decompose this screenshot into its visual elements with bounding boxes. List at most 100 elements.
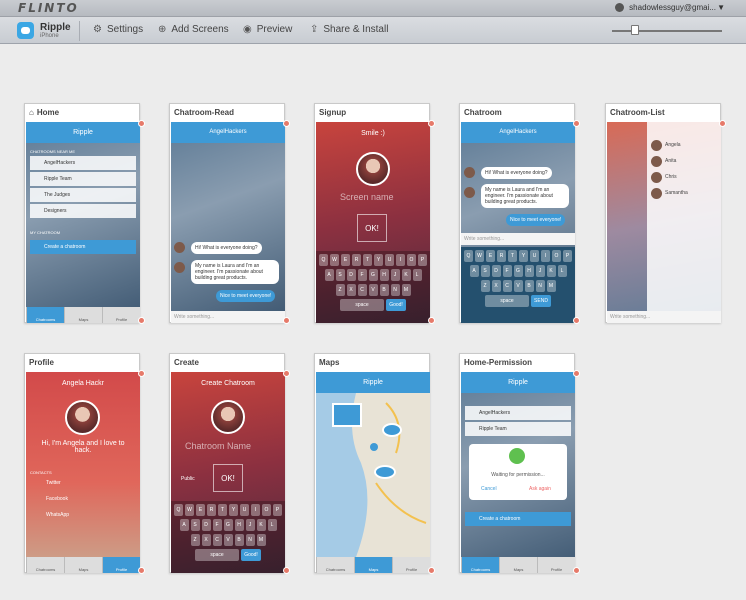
link-hotspot[interactable] xyxy=(138,370,145,377)
list-item: Designers xyxy=(30,204,136,218)
contact-name: Anita xyxy=(665,158,677,164)
avatar xyxy=(464,187,475,198)
avatar xyxy=(174,262,185,273)
screen-preview: Angela Hackr Hi, I'm Angela and I love t… xyxy=(26,372,140,573)
screen-title: Chatroom-List xyxy=(610,108,665,117)
list-item: AngelHackers xyxy=(465,406,571,420)
tab-bar: Chatrooms Maps Profile xyxy=(316,557,430,573)
screen-card-home[interactable]: ⌂ Home Ripple CHATROOMS NEAR ME AngelHack… xyxy=(24,103,145,324)
app-header: Ripple xyxy=(461,372,575,393)
map-pin xyxy=(382,423,402,437)
link-hotspot[interactable] xyxy=(138,567,145,574)
screen-card-chatroom-list[interactable]: Chatroom-List Angela Anita Chris Samanth… xyxy=(605,103,726,323)
contact-item: Facebook xyxy=(46,496,68,502)
user-menu[interactable]: shadowlessguy@gmai... xyxy=(615,3,716,12)
list-item: Create a chatroom xyxy=(465,512,571,526)
share-install-label: Share & Install xyxy=(323,24,389,35)
screen-card-create[interactable]: Create Create Chatroom Chatroom Name Pub… xyxy=(169,353,290,574)
profile-name: Angela Hackr xyxy=(61,380,105,387)
chat-bubble: Nice to meet everyone! xyxy=(216,290,276,302)
app-header: AngelHackers xyxy=(461,122,575,143)
signup-title: Smile :) xyxy=(361,130,385,137)
list-item: The Judges xyxy=(30,188,136,202)
tab-label: Profile xyxy=(537,557,575,573)
app-header: Ripple xyxy=(26,122,140,143)
screen-title: Chatroom-Read xyxy=(174,108,235,117)
map-pin xyxy=(374,465,396,479)
avatar xyxy=(356,152,390,186)
zoom-slider-knob[interactable] xyxy=(631,25,639,35)
home-icon: ⌂ xyxy=(29,108,34,117)
screen-card-signup[interactable]: Signup Smile :) Screen name OK! QWERTYUI… xyxy=(314,103,435,324)
tab-label: Maps xyxy=(64,557,102,573)
list-item: Ripple Team xyxy=(30,172,136,186)
add-screens-label: Add Screens xyxy=(171,24,229,35)
link-hotspot[interactable] xyxy=(428,317,435,324)
link-hotspot[interactable] xyxy=(283,370,290,377)
screen-title: Maps xyxy=(319,358,340,367)
tab-label: Chatrooms xyxy=(461,557,499,573)
screen-title: Signup xyxy=(319,108,347,117)
chevron-down-icon[interactable]: ▼ xyxy=(717,3,725,12)
cancel-button: Cancel xyxy=(481,486,497,492)
keyboard: QWERTYUIOP ASDFGHJKL ZXCVBNM space Good! xyxy=(171,501,285,573)
chatroom-name-field: Chatroom Name xyxy=(185,441,252,451)
screen-name-field: Screen name xyxy=(340,192,394,202)
screen-card-profile[interactable]: Profile Angela Hackr Hi, I'm Angela and … xyxy=(24,353,145,574)
app-icon xyxy=(17,22,34,39)
chat-bubble: Hi! What is everyone doing? xyxy=(481,167,552,179)
chat-bubble: My name is Laura and I'm an engineer. I'… xyxy=(191,260,279,284)
link-hotspot[interactable] xyxy=(573,120,580,127)
settings-label: Settings xyxy=(106,24,144,35)
app-platform: iPhone xyxy=(40,33,59,39)
tab-label: Profile xyxy=(102,307,140,323)
ask-again-button: Ask again xyxy=(529,486,551,492)
screen-title: Profile xyxy=(29,358,54,367)
permission-text: Waiting for permission... xyxy=(491,472,545,478)
list-item: Ripple Team xyxy=(465,422,571,436)
plus-circle-icon: ⊕ xyxy=(158,24,167,35)
settings-button[interactable]: ⚙ Settings xyxy=(93,24,143,35)
screen-preview: AngelHackers Hi! What is everyone doing?… xyxy=(461,122,575,323)
tab-bar: Chatrooms Maps Profile xyxy=(461,557,575,573)
tab-label: Maps xyxy=(354,557,392,573)
user-icon xyxy=(615,3,625,12)
avatar xyxy=(651,140,662,151)
keyboard: QWERTYUIOP ASDFGHJKL ZXCVBNM space SEND xyxy=(461,247,575,323)
tab-bar: Chatrooms Maps Profile xyxy=(26,557,140,573)
link-hotspot[interactable] xyxy=(428,567,435,574)
screen-title: Home-Permission xyxy=(464,358,533,367)
link-hotspot[interactable] xyxy=(573,317,580,324)
zoom-slider-track[interactable] xyxy=(612,30,722,32)
link-hotspot[interactable] xyxy=(573,370,580,377)
link-hotspot[interactable] xyxy=(283,317,290,324)
flinto-logo: FLINTO xyxy=(18,1,79,15)
link-hotspot[interactable] xyxy=(283,567,290,574)
screen-preview: Angela Anita Chris Samantha Write someth… xyxy=(607,122,721,323)
screen-card-chatroom[interactable]: Chatroom AngelHackers Hi! What is everyo… xyxy=(459,103,580,324)
link-hotspot[interactable] xyxy=(428,120,435,127)
lock-icon xyxy=(509,448,525,464)
preview-button[interactable]: ◉ Preview xyxy=(243,24,292,35)
link-hotspot[interactable] xyxy=(573,567,580,574)
tab-label: Chatrooms xyxy=(26,557,64,573)
share-icon: ⇪ xyxy=(310,24,319,35)
link-hotspot[interactable] xyxy=(283,120,290,127)
screen-card-maps[interactable]: Maps Ripple Chatrooms Maps Profile xyxy=(314,353,435,574)
avatar xyxy=(651,156,662,167)
tab-bar: Chatrooms Maps Profile xyxy=(26,307,140,323)
screen-card-home-permission[interactable]: Home-Permission Ripple AngelHackers Ripp… xyxy=(459,353,580,574)
link-hotspot[interactable] xyxy=(138,120,145,127)
public-toggle: Public xyxy=(181,476,195,482)
ok-button: OK! xyxy=(357,214,387,242)
screen-card-chatroom-read[interactable]: Chatroom-Read AngelHackers Hi! What is e… xyxy=(169,103,290,324)
chat-bubble: Nice to meet everyone! xyxy=(506,214,566,226)
link-hotspot[interactable] xyxy=(138,317,145,324)
link-hotspot[interactable] xyxy=(719,120,726,127)
tab-label: Profile xyxy=(392,557,430,573)
tab-label: Maps xyxy=(64,307,102,323)
share-install-button[interactable]: ⇪ Share & Install xyxy=(310,24,388,35)
contact-name: Samantha xyxy=(665,190,688,196)
add-screens-button[interactable]: ⊕ Add Screens xyxy=(158,24,229,35)
profile-bio: Hi, I'm Angela and I love to hack. xyxy=(41,440,125,454)
